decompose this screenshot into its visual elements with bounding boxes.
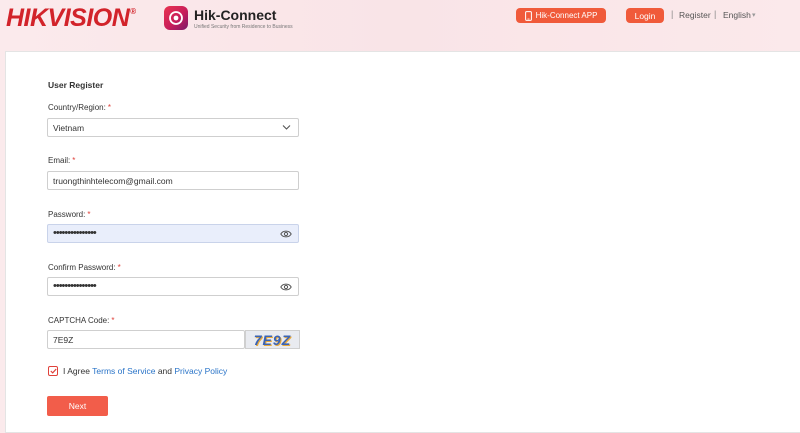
country-value: Vietnam xyxy=(53,123,85,133)
email-label-text: Email: xyxy=(48,156,71,165)
hikvision-logo[interactable]: HIKVISION® xyxy=(6,4,136,33)
agree-prefix: I Agree xyxy=(63,366,93,376)
privacy-policy-link[interactable]: Privacy Policy xyxy=(174,366,227,376)
separator: | xyxy=(671,9,674,19)
captcha-input[interactable]: 7E9Z xyxy=(47,330,245,349)
app-button-label: Hik-Connect APP xyxy=(535,11,598,20)
brand-text: HIKVISION xyxy=(6,4,130,32)
confirm-password-label-text: Confirm Password: xyxy=(48,263,116,272)
required-mark: * xyxy=(117,263,121,272)
password-label: Password: * xyxy=(48,210,90,219)
app-tagline: Unified Security from Residence to Busin… xyxy=(194,24,293,30)
login-button[interactable]: Login xyxy=(626,8,664,23)
hik-connect-logo-icon xyxy=(164,6,188,30)
separator: | xyxy=(714,9,717,19)
registered-mark: ® xyxy=(130,7,136,16)
email-label: Email: * xyxy=(48,156,75,165)
camera-lens-icon xyxy=(169,11,183,25)
captcha-label: CAPTCHA Code: * xyxy=(48,316,114,325)
language-selector[interactable]: English xyxy=(723,10,751,20)
checkmark-icon xyxy=(49,368,57,374)
captcha-value: 7E9Z xyxy=(53,335,74,345)
agree-checkbox[interactable] xyxy=(48,366,58,376)
country-select[interactable]: Vietnam xyxy=(47,118,299,137)
chevron-down-icon xyxy=(282,125,291,130)
captcha-image[interactable]: 7E9Z xyxy=(245,330,300,349)
phone-icon xyxy=(524,10,532,21)
required-mark: * xyxy=(72,156,76,165)
eye-icon[interactable] xyxy=(280,282,292,292)
email-value: truongthinhtelecom@gmail.com xyxy=(53,176,173,186)
agreement-text: I Agree Terms of Service and Privacy Pol… xyxy=(63,366,227,376)
agree-and: and xyxy=(155,366,175,376)
confirm-password-field[interactable]: ••••••••••••••• xyxy=(47,277,299,296)
country-label-text: Country/Region: xyxy=(48,103,106,112)
top-header: HIKVISION® Hik-Connect Unified Security … xyxy=(0,0,800,50)
captcha-image-text: 7E9Z xyxy=(253,331,292,348)
next-button[interactable]: Next xyxy=(47,396,108,416)
app-name: Hik-Connect xyxy=(194,7,277,23)
register-link[interactable]: Register xyxy=(679,10,711,20)
hik-connect-app-button[interactable]: Hik-Connect APP xyxy=(516,8,606,23)
confirm-password-label: Confirm Password: * xyxy=(48,263,121,272)
terms-of-service-link[interactable]: Terms of Service xyxy=(92,366,155,376)
password-masked-value: ••••••••••••••• xyxy=(53,227,97,239)
password-field[interactable]: ••••••••••••••• xyxy=(47,224,299,243)
chevron-down-icon[interactable]: ▾ xyxy=(752,11,756,19)
password-label-text: Password: xyxy=(48,210,86,219)
country-label: Country/Region: * xyxy=(48,103,111,112)
required-mark: * xyxy=(107,103,111,112)
required-mark: * xyxy=(87,210,91,219)
eye-icon[interactable] xyxy=(280,229,292,239)
email-field[interactable]: truongthinhtelecom@gmail.com xyxy=(47,171,299,190)
form-title: User Register xyxy=(48,80,104,90)
confirm-password-masked-value: ••••••••••••••• xyxy=(53,280,97,292)
required-mark: * xyxy=(111,316,115,325)
captcha-label-text: CAPTCHA Code: xyxy=(48,316,110,325)
